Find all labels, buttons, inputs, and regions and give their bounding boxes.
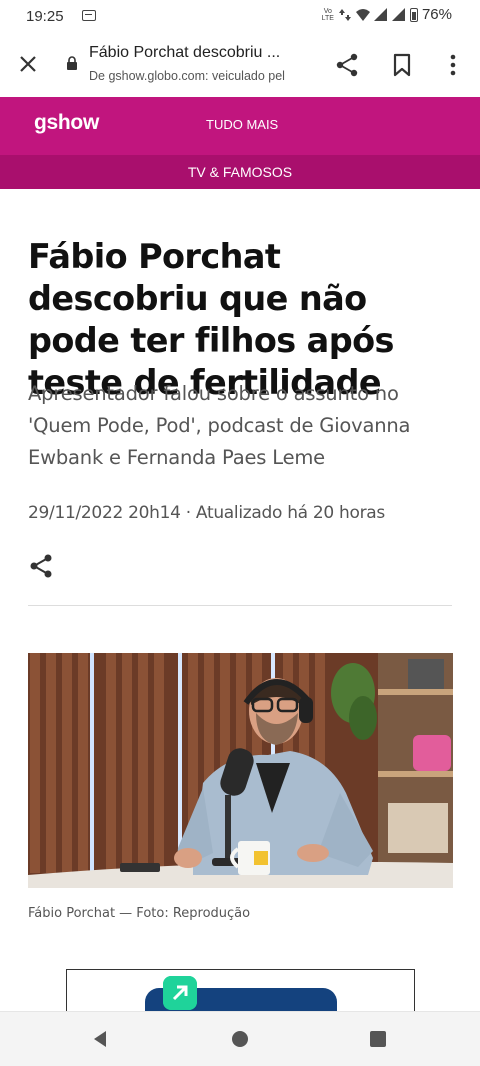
section-bar: TV & FAMOSOS xyxy=(0,155,480,189)
article-share-icon[interactable] xyxy=(28,553,54,579)
page-url[interactable]: De gshow.globo.com: veiculado pel xyxy=(89,69,314,83)
site-header: gshow TUDO MAIS xyxy=(0,97,480,155)
more-options-icon[interactable] xyxy=(442,52,464,78)
back-icon[interactable] xyxy=(91,1030,109,1048)
battery-percent: 76% xyxy=(421,6,452,23)
menu-tudo-mais[interactable]: TUDO MAIS xyxy=(206,117,278,132)
home-icon[interactable] xyxy=(232,1031,248,1047)
share-icon[interactable] xyxy=(334,52,360,78)
message-notification-icon xyxy=(82,10,96,21)
gshow-logo[interactable]: gshow xyxy=(34,111,99,135)
photo-caption: Fábio Porchat — Foto: Reprodução xyxy=(28,906,251,921)
signal-icon xyxy=(373,7,387,21)
volte-icon: Vo LTE xyxy=(321,7,334,22)
article-photo[interactable] xyxy=(28,653,453,888)
article-subheadline: Apresentador falou sobre o assunto no 'Q… xyxy=(28,382,411,469)
divider xyxy=(28,605,452,606)
photo-illustration xyxy=(28,653,453,888)
article-dateline: 29/11/2022 20h14 · Atualizado há 20 hora… xyxy=(28,503,385,523)
data-transfer-icon xyxy=(338,8,351,21)
browser-toolbar: Fábio Porchat descobriu ... De gshow.glo… xyxy=(0,34,480,97)
arrow-up-right-icon xyxy=(163,976,197,1010)
section-link[interactable]: TV & FAMOSOS xyxy=(188,164,292,180)
lock-icon xyxy=(67,56,77,70)
battery-icon xyxy=(409,7,418,22)
status-bar: 19:25 Vo LTE 76% xyxy=(0,0,480,34)
close-icon[interactable] xyxy=(16,52,40,76)
recents-icon[interactable] xyxy=(370,1031,386,1047)
wifi-icon xyxy=(355,8,370,21)
advertisement[interactable] xyxy=(66,969,415,1014)
system-navigation-bar xyxy=(0,1011,480,1066)
page-title[interactable]: Fábio Porchat descobriu ... xyxy=(89,44,314,62)
status-indicators: Vo LTE 76% xyxy=(322,6,452,23)
status-time: 19:25 xyxy=(26,8,64,25)
signal-icon-2 xyxy=(391,7,405,21)
bookmark-icon[interactable] xyxy=(390,52,414,78)
